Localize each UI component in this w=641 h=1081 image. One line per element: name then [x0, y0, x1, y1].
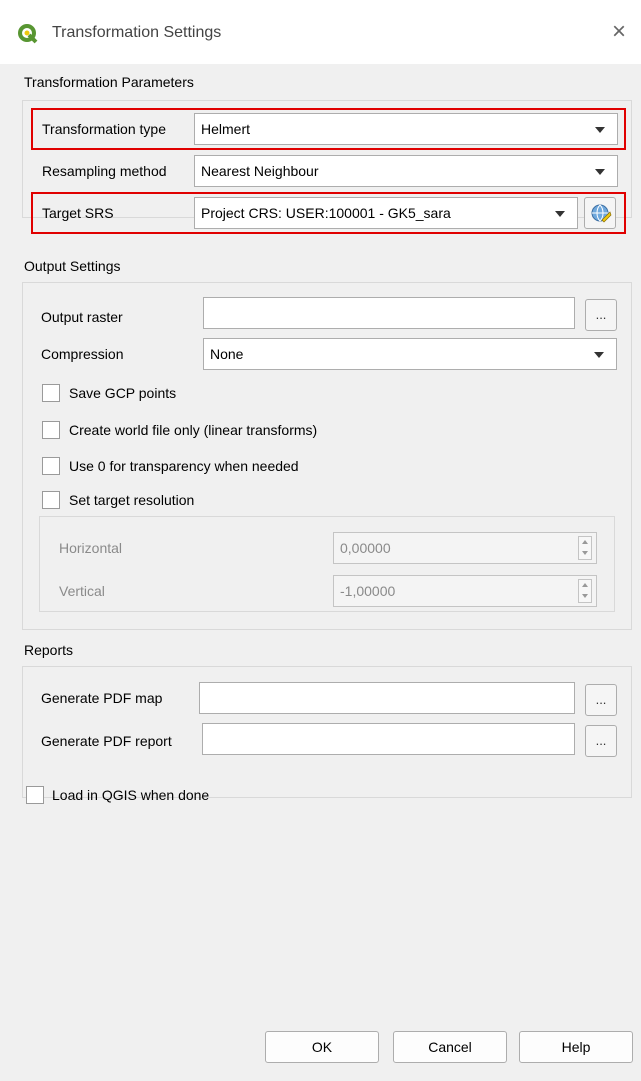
- horizontal-spinbox[interactable]: 0,00000: [333, 532, 597, 564]
- resampling-method-combo[interactable]: Nearest Neighbour: [194, 155, 618, 187]
- resampling-method-value: Nearest Neighbour: [201, 163, 319, 179]
- output-raster-label: Output raster: [41, 309, 123, 325]
- pdf-map-input[interactable]: [199, 682, 575, 714]
- set-target-resolution-label: Set target resolution: [69, 492, 195, 508]
- vertical-spinbox[interactable]: -1,00000: [333, 575, 597, 607]
- create-world-file-checkbox[interactable]: [42, 421, 60, 439]
- set-target-resolution-checkbox[interactable]: [42, 491, 60, 509]
- crs-selector-icon: [591, 204, 612, 223]
- help-button[interactable]: Help: [519, 1031, 633, 1063]
- save-gcp-points-label: Save GCP points: [69, 385, 177, 401]
- transformation-type-combo[interactable]: Helmert: [194, 113, 618, 145]
- save-gcp-points-checkbox[interactable]: [42, 384, 60, 402]
- create-world-file-label: Create world file only (linear transform…: [69, 422, 318, 438]
- close-icon[interactable]: ×: [612, 18, 626, 46]
- chevron-down-icon: [594, 352, 604, 358]
- spin-down-icon: [582, 551, 588, 555]
- qgis-logo-icon: [18, 24, 38, 44]
- ok-button[interactable]: OK: [265, 1031, 379, 1063]
- output-settings-heading: Output Settings: [24, 258, 121, 274]
- spin-buttons[interactable]: [578, 579, 592, 603]
- cancel-button[interactable]: Cancel: [393, 1031, 507, 1063]
- window-title: Transformation Settings: [52, 24, 222, 41]
- target-srs-combo[interactable]: Project CRS: USER:100001 - GK5_sara: [194, 197, 578, 229]
- target-srs-value: Project CRS: USER:100001 - GK5_sara: [201, 205, 451, 221]
- compression-combo[interactable]: None: [203, 338, 617, 370]
- pdf-map-browse-button[interactable]: ...: [585, 684, 617, 716]
- compression-label: Compression: [41, 346, 124, 362]
- spin-up-icon: [582, 583, 588, 587]
- target-srs-label: Target SRS: [42, 205, 114, 221]
- transformation-parameters-heading: Transformation Parameters: [24, 74, 194, 90]
- vertical-label: Vertical: [59, 583, 105, 599]
- chevron-down-icon: [555, 211, 565, 217]
- transformation-type-value: Helmert: [201, 121, 251, 137]
- output-raster-input[interactable]: [203, 297, 575, 329]
- compression-value: None: [210, 346, 244, 362]
- pdf-report-browse-button[interactable]: ...: [585, 725, 617, 757]
- output-raster-browse-button[interactable]: ...: [585, 299, 617, 331]
- transformation-type-label: Transformation type: [42, 121, 166, 137]
- vertical-value: -1,00000: [340, 583, 396, 599]
- use-zero-transparency-label: Use 0 for transparency when needed: [69, 458, 299, 474]
- load-in-qgis-checkbox[interactable]: [26, 786, 44, 804]
- spin-up-icon: [582, 540, 588, 544]
- horizontal-label: Horizontal: [59, 540, 123, 556]
- load-in-qgis-label: Load in QGIS when done: [52, 787, 210, 803]
- use-zero-transparency-checkbox[interactable]: [42, 457, 60, 475]
- resampling-method-label: Resampling method: [42, 163, 167, 179]
- spin-down-icon: [582, 594, 588, 598]
- pdf-report-label: Generate PDF report: [41, 733, 172, 749]
- chevron-down-icon: [595, 169, 605, 175]
- chevron-down-icon: [595, 127, 605, 133]
- crs-selector-button[interactable]: [584, 197, 616, 229]
- horizontal-value: 0,00000: [340, 540, 391, 556]
- spin-buttons[interactable]: [578, 536, 592, 560]
- pdf-report-input[interactable]: [202, 723, 575, 755]
- pdf-map-label: Generate PDF map: [41, 690, 163, 706]
- reports-heading: Reports: [24, 642, 74, 658]
